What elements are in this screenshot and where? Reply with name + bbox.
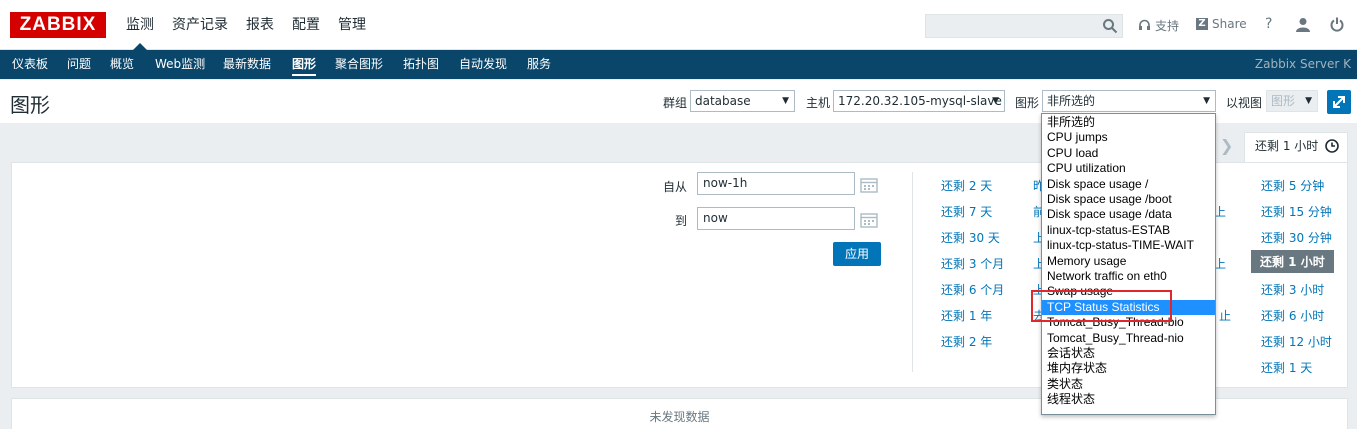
tab-screens[interactable]: 聚合图形 [329, 50, 389, 79]
tab-problems[interactable]: 问题 [61, 50, 97, 79]
to-label: 到 [675, 214, 688, 228]
chevron-down-icon: ▼ [992, 96, 999, 106]
menu-reports[interactable]: 报表 [237, 0, 283, 50]
tab-maps[interactable]: 拓扑图 [397, 50, 445, 79]
calendar-icon[interactable] [860, 212, 878, 228]
chevron-down-icon: ▼ [1305, 96, 1312, 106]
host-select-value: 172.20.32.105-mysql-slave [838, 94, 1002, 108]
zabbix-logo[interactable]: ZABBIX [10, 12, 106, 38]
range-link[interactable]: 止 [1219, 307, 1231, 324]
menu-administration[interactable]: 管理 [329, 0, 375, 50]
range-link[interactable]: 还剩 2 天 [941, 177, 992, 194]
group-label: 群组 [663, 96, 688, 110]
tab-latest-data[interactable]: 最新数据 [217, 50, 277, 79]
range-link[interactable]: 还剩 2 年 [941, 333, 992, 350]
tab-graphs[interactable]: 图形 [286, 50, 323, 79]
calendar-icon[interactable] [860, 177, 878, 193]
sub-menu: 仪表板 问题 概览 Web监测 最新数据 图形 聚合图形 拓扑图 自动发现 服务… [0, 50, 1357, 79]
divider [912, 172, 913, 372]
tab-services[interactable]: 服务 [521, 50, 557, 79]
view-select[interactable]: 图形 ▼ [1266, 90, 1318, 112]
help-icon[interactable]: ? [1265, 16, 1272, 32]
share-link[interactable]: Z Share [1196, 17, 1247, 31]
tab-web[interactable]: Web监测 [149, 50, 211, 79]
from-label: 自从 [663, 180, 688, 194]
share-label: Share [1212, 17, 1247, 31]
tab-dashboard[interactable]: 仪表板 [6, 50, 54, 79]
group-select-value: database [695, 94, 751, 108]
from-input[interactable]: now-1h [697, 172, 855, 195]
chevron-right-icon[interactable]: ❯ [1220, 136, 1233, 155]
apply-button[interactable]: 应用 [833, 242, 881, 266]
dropdown-option[interactable]: linux-tcp-status-ESTAB [1042, 223, 1215, 238]
range-link[interactable]: 还剩 6 小时 [1261, 307, 1324, 324]
chevron-down-icon: ▼ [782, 96, 789, 106]
search-icon[interactable] [1102, 18, 1118, 34]
range-link[interactable]: 还剩 12 小时 [1261, 333, 1332, 350]
host-select[interactable]: 172.20.32.105-mysql-slave ▼ [833, 90, 1005, 112]
range-link[interactable]: 还剩 3 个月 [941, 255, 1004, 272]
range-link-selected[interactable]: 还剩 1 小时 [1251, 250, 1334, 273]
support-link[interactable]: 支持 [1138, 17, 1179, 34]
menu-configuration[interactable]: 配置 [283, 0, 329, 50]
tab-overview[interactable]: 概览 [104, 50, 140, 79]
dropdown-option[interactable]: 非所选的 [1042, 115, 1215, 130]
dropdown-option[interactable]: CPU jumps [1042, 130, 1215, 145]
headset-icon [1139, 19, 1150, 30]
group-select[interactable]: database ▼ [690, 90, 795, 112]
top-header: ZABBIX 监测 资产记录 报表 配置 管理 支持 Z Share ? [0, 0, 1357, 50]
time-tab-label: 还剩 1 小时 [1255, 139, 1319, 153]
dropdown-option[interactable]: linux-tcp-status-TIME-WAIT [1042, 238, 1215, 253]
sign-out-icon[interactable] [1330, 17, 1344, 32]
dropdown-option[interactable]: Network traffic on eth0 [1042, 269, 1215, 284]
range-link[interactable]: 还剩 1 年 [941, 307, 992, 324]
view-select-value: 图形 [1271, 94, 1296, 108]
dropdown-option[interactable]: 会话状态 [1042, 346, 1215, 361]
dropdown-option[interactable]: CPU load [1042, 146, 1215, 161]
page-title: 图形 [10, 93, 50, 117]
fullscreen-button[interactable] [1327, 90, 1351, 114]
support-label: 支持 [1155, 19, 1180, 33]
graph-label: 图形 [1015, 96, 1040, 110]
main-menu: 监测 资产记录 报表 配置 管理 [117, 0, 375, 50]
dropdown-option[interactable]: Disk space usage /boot [1042, 192, 1215, 207]
host-label: 主机 [806, 96, 831, 110]
dropdown-option[interactable]: 类状态 [1042, 377, 1215, 392]
dropdown-option[interactable]: CPU utilization [1042, 161, 1215, 176]
dropdown-option[interactable]: Disk space usage / [1042, 177, 1215, 192]
menu-monitoring[interactable]: 监测 [117, 0, 163, 50]
range-link[interactable]: 还剩 6 个月 [941, 281, 1004, 298]
share-icon: Z [1196, 18, 1208, 30]
view-label: 以视图 [1226, 96, 1263, 110]
chevron-down-icon: ▼ [1203, 96, 1210, 106]
range-link[interactable]: 还剩 1 天 [1261, 359, 1312, 376]
graph-select[interactable]: 非所选的 ▼ [1042, 90, 1216, 112]
fullscreen-icon [1333, 96, 1345, 108]
user-profile-icon[interactable] [1296, 17, 1310, 32]
range-link[interactable]: 还剩 15 分钟 [1261, 203, 1332, 220]
range-link[interactable]: 还剩 30 天 [941, 229, 1000, 246]
server-name: Zabbix Server K [1254, 57, 1351, 71]
time-filter-tab[interactable]: 还剩 1 小时 [1244, 132, 1348, 162]
dropdown-option[interactable]: Tomcat_Busy_Thread-nio [1042, 331, 1215, 346]
dropdown-option[interactable]: Disk space usage /data [1042, 207, 1215, 222]
tab-discovery[interactable]: 自动发现 [453, 50, 513, 79]
range-link[interactable]: 还剩 7 天 [941, 203, 992, 220]
menu-inventory[interactable]: 资产记录 [163, 0, 237, 50]
range-link[interactable]: 还剩 5 分钟 [1261, 177, 1324, 194]
graph-dropdown-list: 非所选的 CPU jumps CPU load CPU utilization … [1041, 113, 1216, 415]
range-link[interactable]: 还剩 30 分钟 [1261, 229, 1332, 246]
clock-icon [1325, 139, 1339, 153]
range-link[interactable]: 还剩 3 小时 [1261, 281, 1324, 298]
dropdown-option[interactable]: 堆内存状态 [1042, 361, 1215, 376]
annotation-highlight-box [1031, 290, 1172, 322]
to-input[interactable]: now [697, 207, 855, 230]
search-input[interactable] [925, 14, 1123, 38]
graph-select-value: 非所选的 [1047, 94, 1096, 108]
dropdown-option[interactable]: Memory usage [1042, 254, 1215, 269]
dropdown-option[interactable]: 线程状态 [1042, 392, 1215, 407]
